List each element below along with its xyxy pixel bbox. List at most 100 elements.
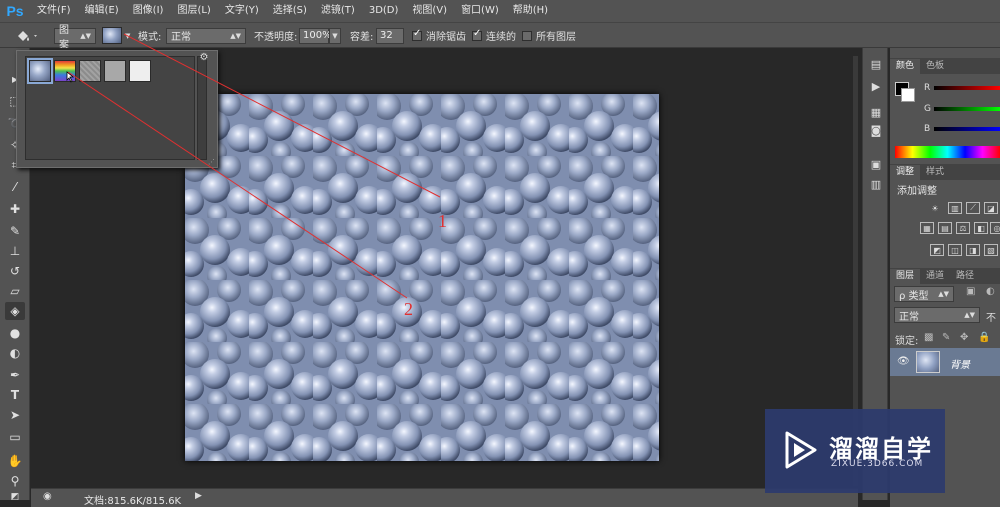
opacity-slider-toggle[interactable]: ▼ — [329, 27, 341, 44]
menu-select[interactable]: 选择(S) — [266, 0, 314, 22]
lock-position-icon[interactable]: ✥ — [960, 332, 968, 343]
bubble-pattern-fill — [185, 94, 659, 461]
menu-3d[interactable]: 3D(D) — [362, 0, 406, 22]
contiguous-checkbox[interactable]: 连续的 — [472, 27, 516, 44]
layer-blend-mode-select[interactable]: 正常 ▲▼ — [894, 307, 980, 323]
fill-source-select[interactable]: 图案 ▲▼ — [54, 25, 96, 51]
gear-icon[interactable]: ⚙ — [195, 52, 213, 63]
chevron-down-icon: ▼ — [125, 31, 131, 40]
all-layers-label: 所有图层 — [536, 32, 576, 43]
tab-swatches[interactable]: 色板 — [920, 59, 950, 74]
levels-icon[interactable]: ▥ — [948, 202, 962, 214]
tab-channels[interactable]: 通道 — [920, 269, 950, 284]
paragraph-icon[interactable]: ▣ — [867, 156, 885, 172]
menu-type[interactable]: 文字(Y) — [218, 0, 266, 22]
menu-help[interactable]: 帮助(H) — [506, 0, 555, 22]
tab-adjustments[interactable]: 调整 — [890, 165, 921, 180]
invert-icon[interactable]: ◩ — [930, 244, 944, 256]
filter-pixel-icon[interactable]: ▣ — [966, 286, 975, 297]
all-layers-check[interactable] — [522, 30, 532, 41]
color-swatches-icon[interactable]: ◩ — [5, 488, 25, 506]
status-menu-arrow-icon[interactable]: ▶ — [195, 491, 202, 501]
document-canvas[interactable] — [185, 94, 659, 461]
layer-name: 背景 — [950, 360, 970, 371]
play-logo-icon — [785, 431, 817, 469]
history-brush-icon[interactable]: ↺ — [5, 262, 25, 280]
character-icon[interactable]: ▥ — [867, 176, 885, 192]
pattern-list-scrollbar[interactable] — [197, 56, 207, 160]
pattern-picker-button[interactable]: ▼ — [102, 27, 130, 44]
blue-label: B — [924, 124, 931, 134]
menu-view[interactable]: 视图(V) — [405, 0, 454, 22]
color-spectrum-bar[interactable] — [895, 146, 1000, 158]
menu-image[interactable]: 图像(I) — [126, 0, 171, 22]
eyedropper-tool-icon[interactable]: ⁄ — [5, 178, 25, 196]
healing-brush-icon[interactable]: ✚ — [5, 200, 25, 218]
photoshop-window: Ps 文件(F) 编辑(E) 图像(I) 图层(L) 文字(Y) 选择(S) 滤… — [0, 0, 1000, 507]
lock-label: 锁定: — [895, 336, 919, 347]
layer-row-background[interactable]: 👁 背景 — [890, 348, 1000, 376]
pattern-swatch-gray[interactable] — [104, 60, 126, 82]
menu-bar: Ps 文件(F) 编辑(E) 图像(I) 图层(L) 文字(Y) 选择(S) 滤… — [0, 0, 1000, 22]
pattern-swatch-gray-texture[interactable] — [79, 60, 101, 82]
menu-filter[interactable]: 滤镜(T) — [314, 0, 362, 22]
hand-tool-icon[interactable]: ✋ — [5, 452, 25, 470]
layer-filter-select[interactable]: ρ 类型 ▲▼ — [894, 286, 954, 302]
opacity-input[interactable]: 100% — [299, 27, 332, 44]
lock-all-icon[interactable]: 🔒 — [978, 332, 990, 343]
posterize-icon[interactable]: ◫ — [948, 244, 962, 256]
tool-preset-picker[interactable] — [14, 27, 40, 44]
brush-tool-icon[interactable]: ✎ — [5, 222, 25, 240]
color-panel-tabs: 颜色 色板 — [890, 58, 1000, 74]
all-layers-checkbox[interactable]: 所有图层 — [522, 27, 576, 44]
blue-slider[interactable] — [934, 127, 1000, 131]
pattern-swatch-bubbles[interactable] — [27, 58, 53, 84]
tab-layers[interactable]: 图层 — [890, 269, 921, 284]
blend-mode-select[interactable]: 正常 ▲▼ — [166, 27, 246, 44]
blur-tool-icon[interactable]: ● — [5, 324, 25, 342]
color-balance-icon[interactable]: ⚖ — [956, 222, 970, 234]
background-color[interactable] — [901, 88, 915, 102]
clone-stamp-icon[interactable]: ⊥ — [5, 242, 25, 260]
menu-file[interactable]: 文件(F) — [30, 0, 78, 22]
vibrance-icon[interactable]: ▦ — [920, 222, 934, 234]
rectangle-tool-icon[interactable]: ▭ — [5, 428, 25, 446]
hue-saturation-icon[interactable]: ▤ — [938, 222, 952, 234]
pen-tool-icon[interactable]: ✒ — [5, 366, 25, 384]
pattern-swatch-white[interactable] — [129, 60, 151, 82]
antialias-check[interactable] — [412, 28, 422, 41]
gradient-map-icon[interactable]: ▧ — [984, 244, 998, 256]
actions-play-icon[interactable]: ▶ — [867, 78, 885, 94]
antialias-checkbox[interactable]: 消除锯齿 — [412, 27, 466, 44]
visibility-eye-icon[interactable]: 👁 — [897, 356, 910, 367]
menu-window[interactable]: 窗口(W) — [454, 0, 506, 22]
eraser-tool-icon[interactable]: ▱ — [5, 282, 25, 300]
tab-styles[interactable]: 样式 — [920, 165, 950, 180]
lock-transparent-icon[interactable]: ▩ — [924, 332, 933, 343]
resize-grip-icon[interactable]: ⋰ — [208, 158, 215, 166]
history-icon[interactable]: ▤ — [867, 56, 885, 72]
clone-source-icon[interactable]: ◙ — [867, 122, 885, 138]
photo-filter-icon[interactable]: ◎ — [990, 222, 1000, 234]
exposure-icon[interactable]: ◪ — [984, 202, 998, 214]
menu-edit[interactable]: 编辑(E) — [78, 0, 126, 22]
black-white-icon[interactable]: ◧ — [974, 222, 988, 234]
tab-paths[interactable]: 路径 — [950, 269, 980, 284]
dodge-tool-icon[interactable]: ◐ — [5, 344, 25, 362]
threshold-icon[interactable]: ◨ — [966, 244, 980, 256]
green-slider[interactable] — [934, 107, 1000, 111]
type-tool-icon[interactable]: T — [5, 386, 25, 404]
lock-image-icon[interactable]: ✎ — [942, 332, 950, 343]
menu-layer[interactable]: 图层(L) — [170, 0, 217, 22]
paint-bucket-tool-icon[interactable]: ◈ — [5, 302, 25, 320]
layer-comps-icon[interactable]: ▦ — [867, 104, 885, 120]
filter-adjust-icon[interactable]: ◐ — [986, 286, 995, 297]
brightness-icon[interactable]: ☀ — [928, 202, 942, 214]
path-select-icon[interactable]: ➤ — [5, 406, 25, 424]
tolerance-input[interactable]: 32 — [376, 27, 404, 44]
pattern-picker-popup: ⚙ ⋰ — [16, 50, 218, 168]
curves-icon[interactable]: ⟋ — [966, 202, 980, 214]
tab-color[interactable]: 颜色 — [890, 59, 921, 74]
red-slider[interactable] — [934, 86, 1000, 90]
contiguous-check[interactable] — [472, 28, 482, 41]
